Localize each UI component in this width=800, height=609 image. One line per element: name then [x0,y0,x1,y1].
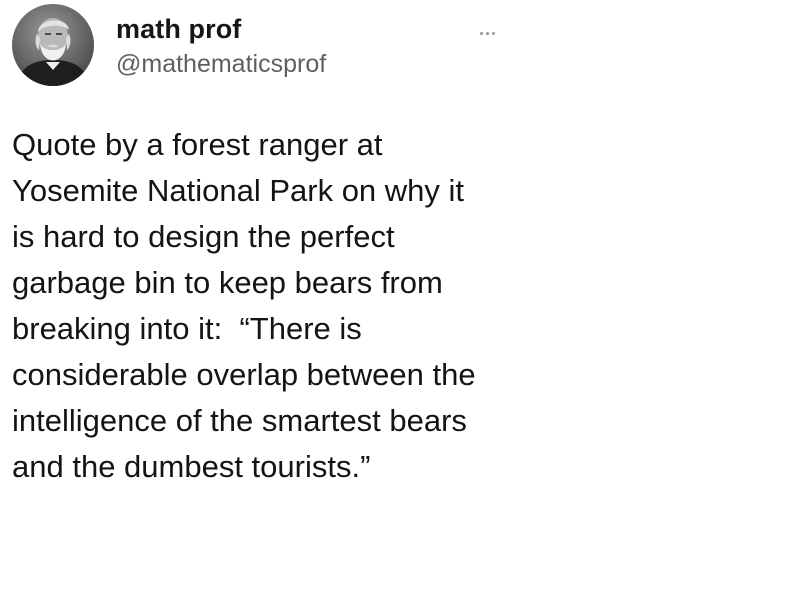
tweet-text: Quote by a forest ranger at Yosemite Nat… [12,122,512,490]
bearded-man-portrait-icon [12,4,94,86]
display-name[interactable]: math prof [116,14,241,45]
more-options-ellipsis-icon [479,31,483,35]
tweet-text-line: and the dumbest tourists.” [12,449,371,484]
tweet-text-line: breaking into it: “There is [12,311,362,346]
tweet-text-line: intelligence of the smartest bears [12,403,467,438]
tweet-text-line: is hard to design the perfect [12,219,395,254]
tweet-text-line: Yosemite National Park on why it [12,173,465,208]
more-options-ellipsis-icon [485,31,489,35]
tweet-text-line: garbage bin to keep bears from [12,265,443,300]
more-options-button[interactable] [474,26,500,40]
user-handle[interactable]: @mathematicsprof [116,50,326,79]
tweet-card: math prof @mathematicsprof Quote by a fo… [0,0,800,609]
tweet-text-line: Quote by a forest ranger at [12,127,383,162]
avatar[interactable] [12,4,94,86]
more-options-ellipsis-icon [491,31,495,35]
tweet-text-line: considerable overlap between the [12,357,476,392]
